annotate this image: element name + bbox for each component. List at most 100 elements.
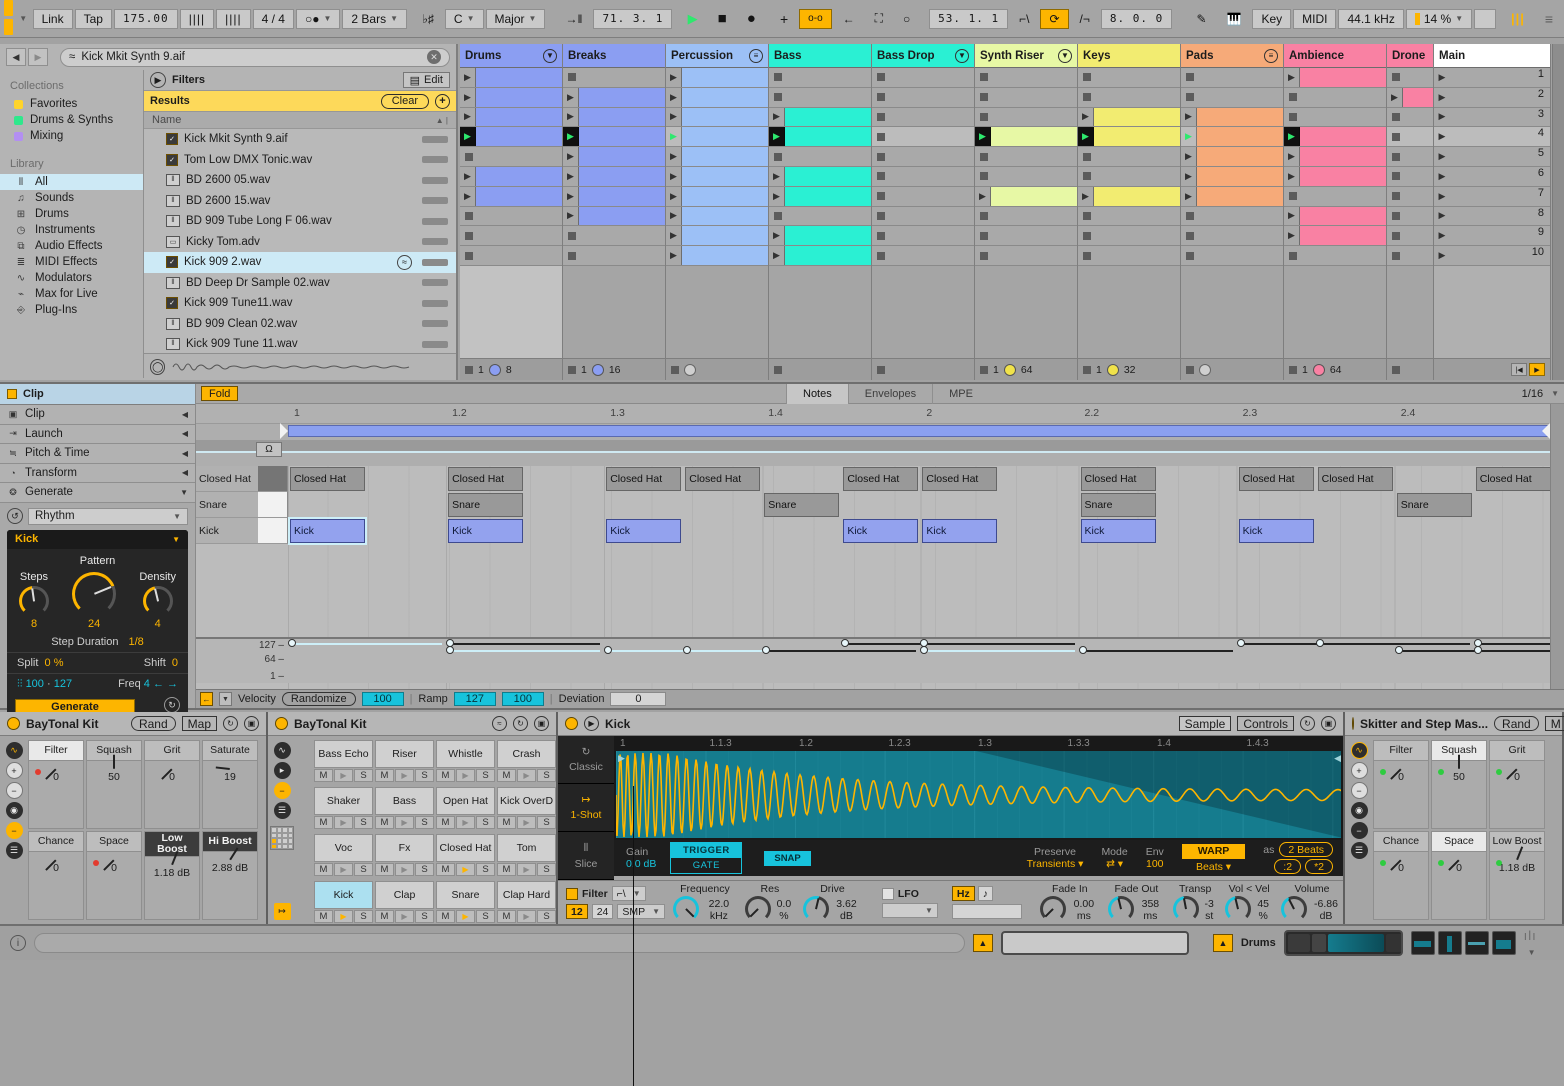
show-pads-icon[interactable]: − xyxy=(273,782,291,799)
clip-body[interactable] xyxy=(1300,166,1386,186)
deviation-field[interactable]: 0 xyxy=(610,692,667,706)
knob[interactable] xyxy=(142,585,173,616)
clip-launch-icon[interactable]: ▶ xyxy=(1284,226,1300,246)
track-header[interactable]: Pads ≡ xyxy=(1181,44,1283,68)
clip-slot[interactable]: ▶ xyxy=(769,186,871,207)
clip-launch-icon[interactable]: ▶ xyxy=(460,107,476,127)
clip-slot[interactable]: ▶ xyxy=(1284,226,1386,247)
hot-swap-icon[interactable]: ≈ xyxy=(492,716,507,731)
clip-slot[interactable]: ▶ xyxy=(1181,127,1283,148)
sample-preview-icon[interactable]: ▶ xyxy=(584,716,599,731)
clip-launch-icon[interactable]: ▶ xyxy=(563,166,579,186)
half-tempo-button[interactable]: :2 xyxy=(1274,859,1302,874)
clip-launch-icon[interactable]: ▶ xyxy=(769,107,785,127)
scene-slot[interactable]: ▶ 10 xyxy=(1434,246,1550,266)
clip-slot[interactable] xyxy=(1181,68,1283,88)
clip-body[interactable] xyxy=(682,147,768,166)
clip-stop-icon[interactable] xyxy=(465,211,473,220)
clip-stop-icon[interactable] xyxy=(568,73,576,82)
loop-start-marker[interactable] xyxy=(280,423,288,439)
clip-body[interactable] xyxy=(991,127,1077,147)
clip-launch-icon[interactable]: ▶ xyxy=(666,186,682,206)
file-row[interactable]: ✓ Kick Mkit Synth 9.aif xyxy=(144,129,456,150)
midi-note[interactable]: Kick xyxy=(922,519,998,543)
double-tempo-button[interactable]: *2 xyxy=(1305,859,1333,874)
macro-value[interactable]: 0 xyxy=(169,771,175,783)
clip-slot[interactable]: ▶ xyxy=(666,206,768,227)
clip-slot[interactable]: ▶ xyxy=(769,226,871,247)
gain-value[interactable]: 0.0 dB xyxy=(626,858,656,870)
collapsed-icon[interactable]: ◀ xyxy=(182,429,188,438)
randomize-icon[interactable]: ↻ xyxy=(1300,716,1315,731)
output-meter-icon[interactable]: ılı ▼ xyxy=(1524,928,1554,958)
midi-note[interactable]: Closed Hat xyxy=(1475,467,1551,491)
clip-stop-icon[interactable] xyxy=(465,152,473,161)
clip-body[interactable] xyxy=(1094,186,1180,206)
pad-mute-button[interactable]: M xyxy=(497,863,516,876)
pad-mute-button[interactable]: M xyxy=(436,863,455,876)
clip-stop-icon[interactable] xyxy=(877,152,885,161)
clip-slot[interactable]: ▶ xyxy=(1284,68,1386,88)
macro-space[interactable]: Space 0 xyxy=(86,831,142,920)
pad-mute-button[interactable]: M xyxy=(497,910,516,923)
clip-stop-icon[interactable] xyxy=(1392,152,1400,161)
stop-button[interactable]: ■ xyxy=(709,9,736,29)
clip-body[interactable] xyxy=(785,107,871,127)
show-macros-icon[interactable]: − xyxy=(1350,822,1368,839)
midi-note[interactable]: Snare xyxy=(448,493,524,517)
macro-variations-icon[interactable]: ∿ xyxy=(5,742,23,759)
clip-slot[interactable]: ▶ xyxy=(975,127,1077,148)
pad-play-button[interactable]: ▶ xyxy=(334,910,353,923)
clip-slot[interactable]: ▶ xyxy=(1181,107,1283,128)
device-on-button[interactable] xyxy=(7,717,20,730)
velocity-point[interactable] xyxy=(288,639,296,647)
scene-slot[interactable]: ▶ 1 xyxy=(1434,68,1550,88)
clip-launch-icon[interactable]: ▶ xyxy=(1181,107,1197,127)
clip-slot[interactable] xyxy=(769,206,871,227)
clip-stop-icon[interactable] xyxy=(877,192,885,201)
filter-toggle[interactable] xyxy=(566,887,578,900)
collapsed-icon[interactable]: ◀ xyxy=(182,468,188,477)
pad-mute-button[interactable]: M xyxy=(497,816,516,829)
clip-launch-icon[interactable]: ▶ xyxy=(769,166,785,186)
step-duration-value[interactable]: 1/8 xyxy=(128,636,143,648)
info-icon[interactable]: i xyxy=(10,935,26,951)
clip-slot[interactable] xyxy=(1078,147,1180,167)
env-value[interactable]: 100 xyxy=(1146,858,1164,870)
clip-slot[interactable]: ▶ xyxy=(666,68,768,88)
clip-slot[interactable]: ▶ xyxy=(666,246,768,266)
sort-icon[interactable]: ▲ | xyxy=(436,116,448,125)
link-button[interactable]: Link xyxy=(32,8,73,29)
computer-midi-keyboard-button[interactable]: 🎹 xyxy=(1218,9,1251,29)
pad-solo-button[interactable]: S xyxy=(415,863,434,876)
clip-slot[interactable] xyxy=(872,206,974,227)
clip-stop-icon[interactable] xyxy=(1083,251,1091,260)
param-value[interactable]: -6.86 dB xyxy=(1309,898,1343,922)
pad-mute-button[interactable]: M xyxy=(436,816,455,829)
arrangement-position-field[interactable]: 71. 3. 1 xyxy=(593,8,673,29)
file-row[interactable]: ✓ Kick 909 Tune11.wav xyxy=(144,293,456,314)
macro-squash[interactable]: Squash 50 xyxy=(86,740,142,829)
pad-play-button[interactable]: ▶ xyxy=(334,863,353,876)
knob[interactable] xyxy=(1173,896,1199,922)
clip-slot[interactable]: ▶ xyxy=(1181,147,1283,167)
clip-launch-icon[interactable]: ▶ xyxy=(563,206,579,226)
pad-name[interactable]: Snare xyxy=(436,881,495,909)
cpu-meter[interactable]: 14 % ▼ xyxy=(1405,8,1473,29)
pad-play-button[interactable]: ▶ xyxy=(395,816,414,829)
pad-name[interactable]: Riser xyxy=(375,740,434,768)
clip-body[interactable] xyxy=(579,166,665,186)
note-row-key[interactable] xyxy=(258,466,288,492)
rand-macros-button[interactable]: Rand xyxy=(130,716,176,731)
pad-play-button[interactable]: ▶ xyxy=(395,863,414,876)
clip-stop-icon[interactable] xyxy=(1392,211,1400,220)
scene-slot[interactable]: ▶ 6 xyxy=(1434,166,1550,187)
clip-body[interactable] xyxy=(785,186,871,206)
clip-launch-icon[interactable]: ▶ xyxy=(769,186,785,206)
clip-slot[interactable]: ▶ xyxy=(1284,166,1386,187)
track-chevron-icon[interactable]: ▼ xyxy=(543,48,557,63)
shift-value[interactable]: 0 xyxy=(172,657,178,669)
scene-launch-icon[interactable]: ▶ xyxy=(1434,68,1450,87)
midi-note[interactable]: Snare xyxy=(1396,493,1472,517)
note-row-key[interactable] xyxy=(258,518,288,544)
